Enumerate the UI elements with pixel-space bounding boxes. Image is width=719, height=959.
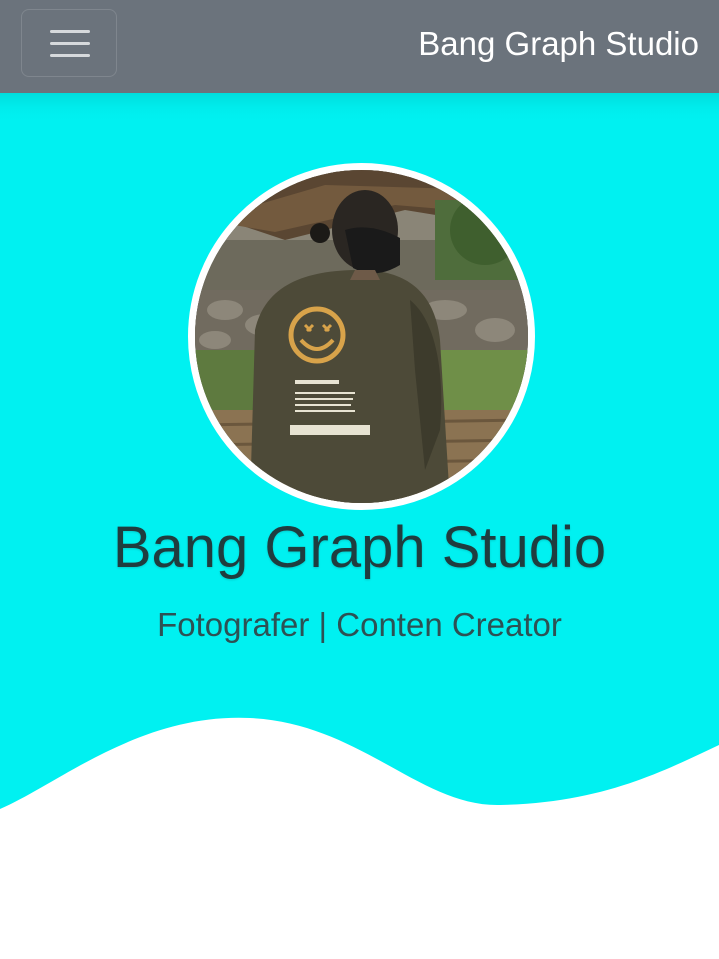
profile-name: Bang Graph Studio (112, 515, 607, 580)
profile-avatar (188, 163, 535, 510)
menu-toggle-button[interactable] (21, 9, 117, 77)
profile-photo (195, 170, 528, 503)
hamburger-menu-icon-bottom-bar (50, 54, 90, 57)
hamburger-menu-icon-middle-bar (50, 42, 90, 45)
profile-hero: Bang Graph Studio Fotografer | Conten Cr… (0, 93, 719, 959)
navbar-brand[interactable]: Bang Graph Studio (418, 22, 699, 66)
top-navbar: Bang Graph Studio (0, 0, 719, 93)
profile-subtitle: Fotografer | Conten Creator (157, 606, 562, 643)
hamburger-menu-icon (50, 30, 90, 33)
